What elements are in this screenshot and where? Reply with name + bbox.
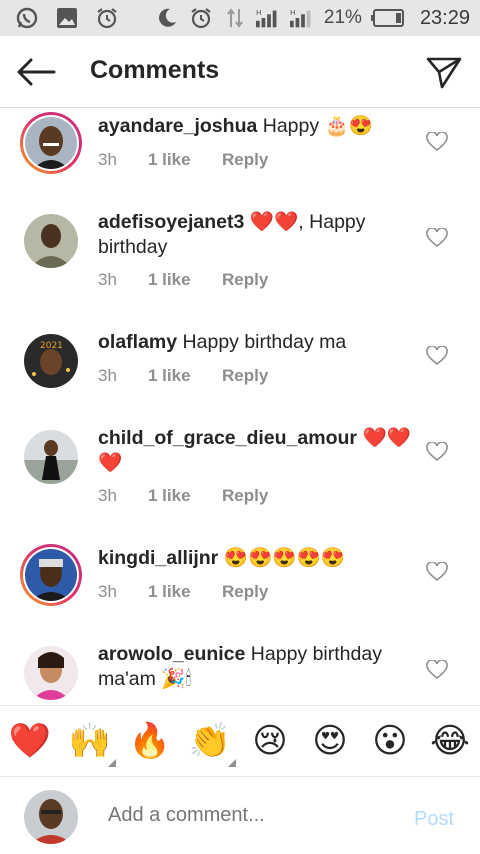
avatar[interactable]	[20, 544, 82, 606]
comment-username[interactable]: child_of_grace_dieu_amour	[98, 427, 357, 449]
comment-text: Happy 🎂😍	[262, 115, 374, 137]
emoji-fire[interactable]: 🔥	[120, 705, 180, 777]
emoji-crying[interactable]: 😢	[240, 705, 300, 777]
heart-icon[interactable]	[426, 660, 448, 680]
heart-icon[interactable]	[426, 346, 448, 366]
back-button[interactable]	[14, 52, 58, 92]
emoji-clap-glyph: 👏	[188, 721, 232, 761]
comment-text: 😍😍😍😍😍	[223, 547, 346, 569]
reply-button[interactable]: Reply	[222, 582, 268, 602]
alarm-icon	[188, 5, 214, 31]
clock: 23:29	[419, 6, 470, 29]
emoji-surprised[interactable]: 😮	[360, 705, 420, 777]
header: Comments	[0, 36, 480, 108]
comment-time: 3h	[98, 270, 117, 289]
emoji-raised-hands[interactable]: 🙌	[60, 705, 120, 777]
reply-button[interactable]: Reply	[222, 150, 268, 170]
signal-h-icon: H	[289, 5, 316, 31]
avatar[interactable]	[20, 426, 82, 488]
comment-likes[interactable]: 1 like	[148, 150, 222, 170]
paper-plane-icon	[426, 57, 462, 89]
emoji-clap[interactable]: 👏	[180, 705, 240, 777]
svg-text:H: H	[290, 8, 296, 17]
skin-tone-indicator-icon	[228, 759, 236, 767]
reply-button[interactable]: Reply	[222, 270, 268, 290]
comments-list[interactable]: ayandare_joshua Happy 🎂😍 3h 1 like Reply…	[0, 108, 480, 705]
heart-icon[interactable]	[426, 562, 448, 582]
status-left-icons	[14, 5, 120, 31]
emoji-quick-bar: ❤️ 🙌 🔥 👏 😢 😍 😮 😂	[0, 705, 480, 777]
svg-text:2021: 2021	[40, 341, 63, 351]
heart-icon[interactable]	[426, 228, 448, 248]
comment-username[interactable]: olaflamy	[98, 331, 177, 353]
comment-likes[interactable]: 1 like	[148, 582, 222, 602]
reply-button[interactable]: Reply	[222, 366, 268, 386]
comment-username[interactable]: ayandare_joshua	[98, 115, 257, 137]
comment-time: 3h	[98, 486, 117, 505]
avatar[interactable]: 2021	[20, 330, 82, 392]
whatsapp-icon	[14, 5, 40, 31]
signal-h-icon: H	[255, 5, 282, 31]
emoji-raised-hands-glyph: 🙌	[68, 721, 112, 761]
data-arrows-icon	[222, 5, 248, 31]
svg-text:H: H	[256, 8, 262, 17]
avatar[interactable]	[20, 642, 82, 704]
my-avatar	[24, 790, 78, 844]
alarm-icon	[94, 5, 120, 31]
comment-time: 3h	[98, 150, 117, 169]
emoji-heart[interactable]: ❤️	[0, 705, 60, 777]
avatar[interactable]	[20, 112, 82, 174]
heart-icon[interactable]	[426, 442, 448, 462]
comment-username[interactable]: adefisoyejanet3	[98, 211, 244, 233]
page-title: Comments	[90, 56, 220, 84]
comment-username[interactable]: arowolo_eunice	[98, 643, 245, 665]
emoji-laughing[interactable]: 😂	[420, 705, 480, 777]
comment-likes[interactable]: 1 like	[148, 486, 222, 506]
skin-tone-indicator-icon	[108, 759, 116, 767]
comment-time: 3h	[98, 582, 117, 601]
comment-likes[interactable]: 1 like	[148, 366, 222, 386]
comment-text: Happy birthday ma	[182, 331, 347, 353]
arrow-left-icon	[17, 58, 56, 86]
reply-button[interactable]: Reply	[222, 486, 268, 506]
comment-time: 3h	[98, 366, 117, 385]
heart-icon[interactable]	[426, 132, 448, 152]
status-bar: H H 21% 23:29	[0, 0, 480, 36]
battery-icon	[370, 5, 406, 31]
post-button[interactable]: Post	[414, 808, 454, 831]
moon-icon	[154, 5, 180, 31]
battery-percent: 21%	[323, 7, 362, 28]
comment-likes[interactable]: 1 like	[148, 270, 222, 290]
comment-username[interactable]: kingdi_allijnr	[98, 547, 218, 569]
share-button[interactable]	[422, 50, 466, 94]
status-right-icons: H H 21% 23:29	[154, 5, 470, 31]
comment-input[interactable]	[108, 804, 398, 827]
avatar[interactable]	[20, 210, 82, 272]
emoji-heart-eyes[interactable]: 😍	[300, 705, 360, 777]
gallery-icon	[54, 5, 80, 31]
comment-composer: Post	[0, 778, 480, 854]
